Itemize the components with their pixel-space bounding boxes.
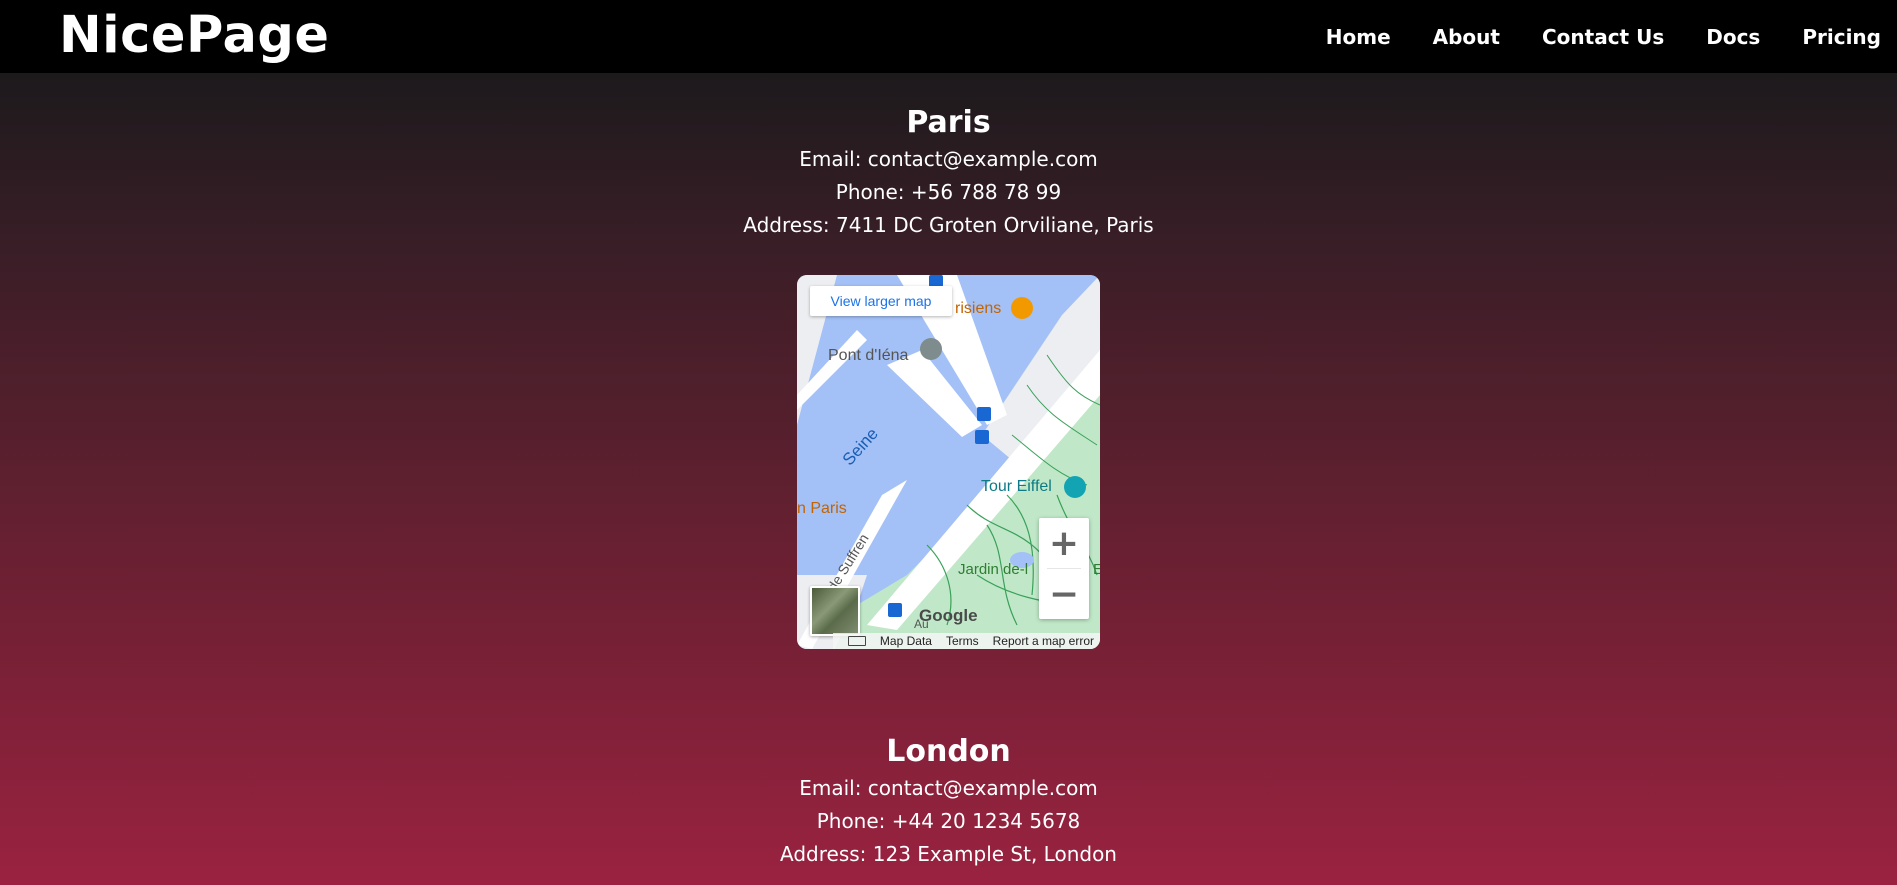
terms-link[interactable]: Terms	[946, 634, 979, 648]
label-e-edge: E	[1093, 561, 1100, 578]
nav-about[interactable]: About	[1433, 25, 1500, 49]
city-title: Paris	[906, 105, 991, 140]
nav-links: Home About Contact Us Docs Pricing	[1326, 0, 1881, 73]
nav-pricing[interactable]: Pricing	[1802, 25, 1881, 49]
nav-contact-us[interactable]: Contact Us	[1542, 25, 1664, 49]
office-email: Email: contact@example.com	[799, 776, 1098, 800]
zoom-control: + −	[1039, 518, 1089, 619]
office-paris: Paris Email: contact@example.com Phone: …	[0, 103, 1897, 242]
office-phone: Phone: +44 20 1234 5678	[816, 809, 1081, 833]
map-data-link[interactable]: Map Data	[880, 634, 932, 648]
office-address: Address: 123 Example St, London	[780, 842, 1117, 866]
report-map-error-link[interactable]: Report a map error	[993, 634, 1094, 648]
label-pont: Pont d'Iéna	[828, 347, 909, 364]
label-paris: n Paris	[797, 500, 847, 517]
satellite-toggle[interactable]	[810, 586, 860, 636]
zoom-in-button[interactable]: +	[1039, 518, 1089, 568]
office-phone: Phone: +56 788 78 99	[835, 180, 1062, 204]
label-jardin: Jardin de-l	[958, 561, 1029, 578]
keyboard-icon[interactable]	[847, 636, 866, 646]
navbar: NicePage Home About Contact Us Docs Pric…	[0, 0, 1897, 73]
office-address: Address: 7411 DC Groten Orviliane, Paris	[743, 213, 1154, 237]
nav-home[interactable]: Home	[1326, 25, 1391, 49]
view-larger-map-link[interactable]: View larger map	[810, 286, 952, 316]
label-resto: risiens	[955, 300, 1002, 317]
zoom-out-button[interactable]: −	[1039, 569, 1089, 619]
label-tour: Tour Eiffel	[981, 478, 1052, 495]
google-map[interactable]: risiens Pont d'Iéna Seine Tour Eiffel n …	[797, 275, 1100, 649]
nav-docs[interactable]: Docs	[1706, 25, 1760, 49]
brand-logo[interactable]: NicePage	[59, 4, 330, 68]
map-footer: Map Data Terms Report a map error	[833, 633, 1100, 649]
office-email: Email: contact@example.com	[799, 147, 1098, 171]
google-logo: Google	[919, 606, 978, 625]
office-london: London Email: contact@example.com Phone:…	[0, 732, 1897, 871]
city-title: London	[886, 734, 1011, 769]
